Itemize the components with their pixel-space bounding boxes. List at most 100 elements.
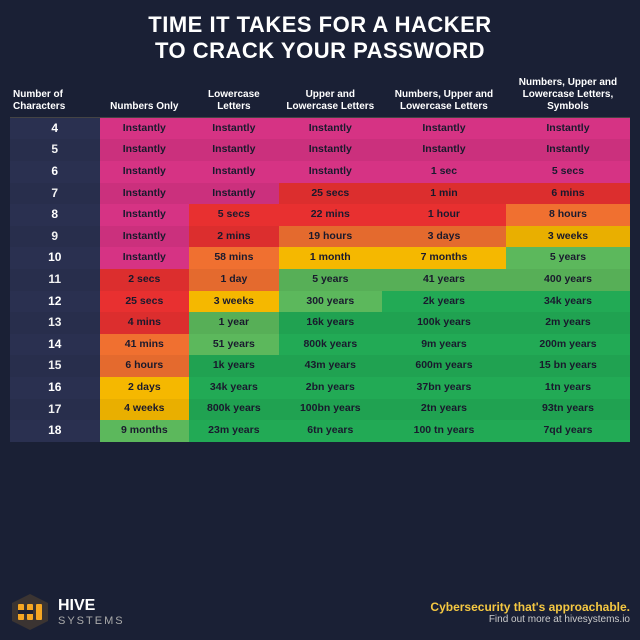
- cell-value: 4 weeks: [100, 399, 190, 421]
- cell-value: Instantly: [382, 139, 506, 161]
- cell-value: Instantly: [279, 139, 382, 161]
- cell-value: 37bn years: [382, 377, 506, 399]
- cell-value: 5 secs: [506, 161, 630, 183]
- table-row: 162 days34k years2bn years37bn years1tn …: [10, 377, 630, 399]
- cell-value: 41 mins: [100, 334, 190, 356]
- table-row: 112 secs1 day5 years41 years400 years: [10, 269, 630, 291]
- cell-value: 23m years: [189, 420, 279, 442]
- cell-chars: 16: [10, 377, 100, 399]
- table-row: 1441 mins51 years800k years9m years200m …: [10, 334, 630, 356]
- cell-value: Instantly: [506, 139, 630, 161]
- cell-chars: 6: [10, 161, 100, 183]
- cell-value: 16k years: [279, 312, 382, 334]
- cell-value: Instantly: [189, 183, 279, 205]
- cell-value: 19 hours: [279, 226, 382, 248]
- table-row: 174 weeks800k years100bn years2tn years9…: [10, 399, 630, 421]
- table-row: 134 mins1 year16k years100k years2m year…: [10, 312, 630, 334]
- cell-value: 5 years: [506, 247, 630, 269]
- cell-chars: 15: [10, 355, 100, 377]
- cell-value: 34k years: [506, 291, 630, 313]
- cell-value: 8 hours: [506, 204, 630, 226]
- cell-value: 2k years: [382, 291, 506, 313]
- footer-right: Cybersecurity that's approachable. Find …: [430, 600, 630, 625]
- col-header-numbers: Numbers Only: [100, 73, 190, 118]
- cell-value: 6 hours: [100, 355, 190, 377]
- cell-value: 2 secs: [100, 269, 190, 291]
- cell-value: 22 mins: [279, 204, 382, 226]
- cell-value: 2 days: [100, 377, 190, 399]
- logo-sub: SYSTEMS: [58, 615, 125, 627]
- footer-tagline: Cybersecurity that's approachable.: [430, 600, 630, 614]
- table-row: 9Instantly2 mins19 hours3 days3 weeks: [10, 226, 630, 248]
- cell-chars: 18: [10, 420, 100, 442]
- password-table: Number of Characters Numbers Only Lowerc…: [10, 73, 630, 442]
- cell-value: 1 day: [189, 269, 279, 291]
- table-row: 10Instantly58 mins1 month7 months5 years: [10, 247, 630, 269]
- main-container: TIME IT TAKES FOR A HACKER TO CRACK YOUR…: [0, 0, 640, 640]
- table-row: 156 hours1k years43m years600m years15 b…: [10, 355, 630, 377]
- cell-value: 600m years: [382, 355, 506, 377]
- cell-chars: 12: [10, 291, 100, 313]
- cell-value: 5 years: [279, 269, 382, 291]
- cell-value: Instantly: [100, 161, 190, 183]
- cell-value: Instantly: [189, 161, 279, 183]
- cell-chars: 10: [10, 247, 100, 269]
- cell-value: 15 bn years: [506, 355, 630, 377]
- table-row: 8Instantly5 secs22 mins1 hour8 hours: [10, 204, 630, 226]
- cell-chars: 17: [10, 399, 100, 421]
- col-header-numsym: Numbers, Upper and Lowercase Letters, Sy…: [506, 73, 630, 118]
- cell-value: 100bn years: [279, 399, 382, 421]
- cell-value: Instantly: [100, 247, 190, 269]
- cell-value: 3 days: [382, 226, 506, 248]
- cell-value: 41 years: [382, 269, 506, 291]
- table-row: 6InstantlyInstantlyInstantly1 sec5 secs: [10, 161, 630, 183]
- col-header-chars: Number of Characters: [10, 73, 100, 118]
- cell-value: 3 weeks: [506, 226, 630, 248]
- cell-chars: 4: [10, 117, 100, 139]
- col-header-lower: Lowercase Letters: [189, 73, 279, 118]
- cell-chars: 13: [10, 312, 100, 334]
- cell-value: 1tn years: [506, 377, 630, 399]
- cell-chars: 14: [10, 334, 100, 356]
- cell-value: 1 year: [189, 312, 279, 334]
- table-row: 1225 secs3 weeks300 years2k years34k yea…: [10, 291, 630, 313]
- cell-value: 1k years: [189, 355, 279, 377]
- cell-value: 34k years: [189, 377, 279, 399]
- cell-value: 1 min: [382, 183, 506, 205]
- cell-value: Instantly: [506, 117, 630, 139]
- page-title: TIME IT TAKES FOR A HACKER TO CRACK YOUR…: [10, 12, 630, 65]
- cell-value: 7qd years: [506, 420, 630, 442]
- hive-logo-icon: [10, 592, 50, 632]
- cell-chars: 11: [10, 269, 100, 291]
- table-row: 4InstantlyInstantlyInstantlyInstantlyIns…: [10, 117, 630, 139]
- logo-name: HIVE: [58, 597, 125, 615]
- cell-value: 43m years: [279, 355, 382, 377]
- cell-value: 93tn years: [506, 399, 630, 421]
- cell-chars: 5: [10, 139, 100, 161]
- cell-value: 200m years: [506, 334, 630, 356]
- cell-value: Instantly: [100, 139, 190, 161]
- cell-value: 2m years: [506, 312, 630, 334]
- cell-value: 100k years: [382, 312, 506, 334]
- cell-chars: 7: [10, 183, 100, 205]
- cell-value: 6 mins: [506, 183, 630, 205]
- table-row: 189 months23m years6tn years100 tn years…: [10, 420, 630, 442]
- cell-value: 2tn years: [382, 399, 506, 421]
- cell-value: 25 secs: [279, 183, 382, 205]
- cell-value: Instantly: [279, 117, 382, 139]
- footer: HIVE SYSTEMS Cybersecurity that's approa…: [10, 586, 630, 632]
- cell-value: Instantly: [100, 183, 190, 205]
- cell-value: 400 years: [506, 269, 630, 291]
- cell-value: 100 tn years: [382, 420, 506, 442]
- table-row: 7InstantlyInstantly25 secs1 min6 mins: [10, 183, 630, 205]
- cell-value: Instantly: [189, 117, 279, 139]
- cell-value: Instantly: [189, 139, 279, 161]
- cell-value: 1 sec: [382, 161, 506, 183]
- cell-value: 58 mins: [189, 247, 279, 269]
- table-row: 5InstantlyInstantlyInstantlyInstantlyIns…: [10, 139, 630, 161]
- cell-value: 800k years: [189, 399, 279, 421]
- table-wrapper: Number of Characters Numbers Only Lowerc…: [10, 73, 630, 582]
- logo-text-block: HIVE SYSTEMS: [58, 597, 125, 627]
- cell-value: Instantly: [382, 117, 506, 139]
- cell-value: 2 mins: [189, 226, 279, 248]
